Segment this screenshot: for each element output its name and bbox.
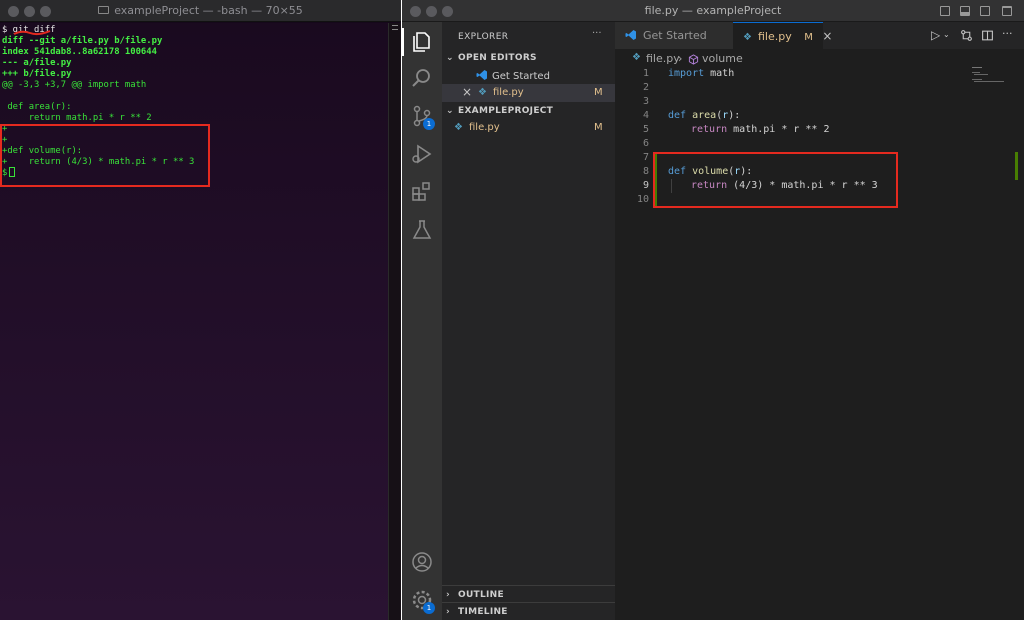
terminal-highlight-box xyxy=(0,124,210,187)
terminal-title-bar: exampleProject — -bash — 70×55 xyxy=(0,0,401,22)
breadcrumb-file[interactable]: file.py xyxy=(646,52,680,65)
vscode-logo-icon xyxy=(476,70,487,80)
minimap[interactable] xyxy=(970,66,1012,96)
python-file-icon: ❖ xyxy=(454,122,463,133)
red-underline-annotation xyxy=(13,30,51,36)
toggle-secondary-sidebar-icon[interactable] xyxy=(980,6,990,16)
breadcrumb-separator-icon: › xyxy=(678,52,683,65)
terminal-line: +++ b/file.py xyxy=(2,69,72,79)
chevron-right-icon: › xyxy=(446,590,451,600)
source-control-badge: 1 xyxy=(423,118,435,130)
terminal-line: def area(r): xyxy=(2,102,72,112)
breadcrumb: ❖ file.py › volume xyxy=(615,50,1024,68)
terminal-scrollbar[interactable] xyxy=(388,23,401,620)
python-file-icon: ❖ xyxy=(743,32,752,43)
customize-layout-icon[interactable] xyxy=(1002,6,1012,16)
settings-badge: 1 xyxy=(423,602,435,614)
method-cube-icon xyxy=(688,54,699,65)
terminal-line: --- a/file.py xyxy=(2,58,72,68)
folder-icon xyxy=(98,6,110,14)
outline-header[interactable]: › OUTLINE xyxy=(446,590,504,600)
vscode-title-bar: file.py — exampleProject xyxy=(402,0,1024,22)
active-indicator xyxy=(402,28,404,56)
editor-area: Get Started ❖ file.py M × ▷ ⌄ ··· ❖ file.… xyxy=(615,22,1024,620)
search-icon[interactable] xyxy=(410,66,434,90)
chevron-down-icon: ⌄ xyxy=(446,53,454,63)
vscode-logo-icon xyxy=(625,30,636,40)
activity-bar: 1 1 xyxy=(402,22,442,620)
toggle-sidebar-icon[interactable] xyxy=(940,6,950,16)
run-python-icon[interactable]: ▷ xyxy=(931,28,940,42)
more-actions-icon[interactable]: ··· xyxy=(1002,27,1013,40)
extensions-icon[interactable] xyxy=(410,180,434,204)
split-editor-icon[interactable] xyxy=(981,29,994,42)
testing-flask-icon[interactable] xyxy=(410,218,434,242)
scrollbar-change-marker xyxy=(1015,152,1018,180)
terminal-line: @@ -3,3 +3,7 @@ import math xyxy=(2,80,147,90)
explorer-icon[interactable] xyxy=(410,30,434,54)
code-line-4: def area(r): xyxy=(668,110,741,121)
sidebar-divider xyxy=(442,585,615,586)
project-header[interactable]: ⌄ EXAMPLEPROJECT xyxy=(446,106,553,116)
python-file-icon: ❖ xyxy=(478,87,487,98)
open-editor-file-py[interactable]: × ❖ file.py M xyxy=(442,84,615,102)
open-changes-icon[interactable] xyxy=(960,29,973,42)
code-line-1: import math xyxy=(668,68,735,79)
open-editor-get-started[interactable]: Get Started xyxy=(476,69,550,82)
vscode-window: file.py — exampleProject 1 1 EXPLORER ··… xyxy=(402,0,1024,620)
python-file-icon: ❖ xyxy=(632,52,641,63)
run-debug-icon[interactable] xyxy=(410,142,434,166)
toggle-panel-icon[interactable] xyxy=(960,6,970,16)
close-icon[interactable]: × xyxy=(462,85,472,99)
tab-file-py[interactable]: ❖ file.py M × xyxy=(733,22,832,49)
more-actions-icon[interactable]: ··· xyxy=(592,28,602,39)
code-line-5: return math.pi * r ** 2 xyxy=(691,124,830,135)
chevron-down-icon: ⌄ xyxy=(446,106,454,116)
chevron-right-icon: › xyxy=(446,607,451,617)
project-file-py[interactable]: ❖ file.py M xyxy=(442,119,615,137)
chevron-down-icon[interactable]: ⌄ xyxy=(943,30,950,39)
terminal-output[interactable]: $ git diff diff --git a/file.py b/file.py… xyxy=(0,23,388,620)
close-tab-icon[interactable]: × xyxy=(822,29,832,43)
explorer-sidebar: EXPLORER ··· ⌄ OPEN EDITORS Get Started ×… xyxy=(442,22,615,620)
explorer-title: EXPLORER xyxy=(458,32,509,42)
vscode-title: file.py — exampleProject xyxy=(644,4,782,17)
terminal-title: exampleProject — -bash — 70×55 xyxy=(0,4,401,17)
editor-highlight-box xyxy=(653,152,898,208)
tab-bar: Get Started ❖ file.py M × ▷ ⌄ ··· xyxy=(615,22,1024,49)
sidebar-divider xyxy=(442,602,615,603)
timeline-header[interactable]: › TIMELINE xyxy=(446,607,508,617)
terminal-line: index 541dab8..8a62178 100644 xyxy=(2,47,157,57)
breadcrumb-symbol[interactable]: volume xyxy=(702,52,743,65)
terminal-window: exampleProject — -bash — 70×55 $ git dif… xyxy=(0,0,401,620)
open-editors-header[interactable]: ⌄ OPEN EDITORS xyxy=(446,53,537,63)
terminal-line: return math.pi * r ** 2 xyxy=(2,113,152,123)
scroll-grip-icon[interactable] xyxy=(392,25,398,30)
account-icon[interactable] xyxy=(410,550,434,574)
tab-get-started[interactable]: Get Started xyxy=(615,22,733,49)
